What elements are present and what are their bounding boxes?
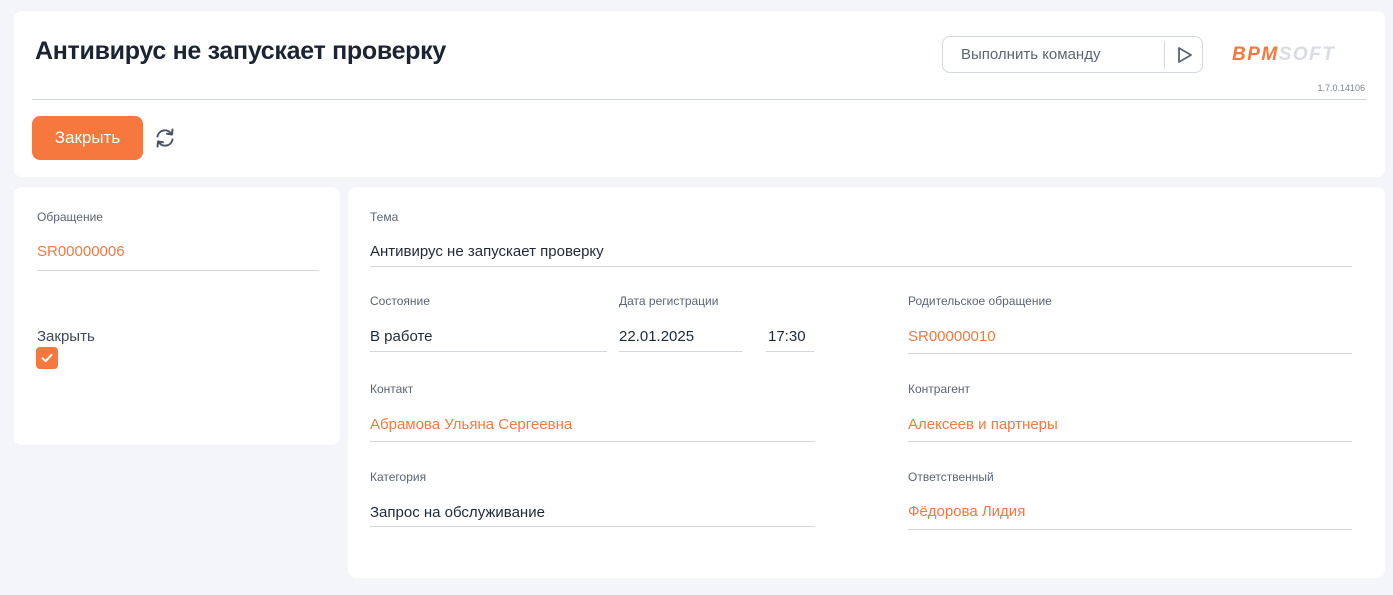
status-field[interactable]: В работе bbox=[370, 328, 433, 345]
owner-label: Ответственный bbox=[908, 470, 994, 484]
header-divider bbox=[32, 99, 1367, 100]
contact-link[interactable]: Абрамова Ульяна Сергеевна bbox=[370, 416, 572, 433]
request-label: Обращение bbox=[37, 210, 103, 224]
command-input[interactable] bbox=[944, 38, 1162, 71]
parent-request-underline bbox=[908, 353, 1352, 354]
subject-field[interactable]: Антивирус не запускает проверку bbox=[370, 243, 604, 260]
account-underline bbox=[908, 441, 1352, 442]
header-panel: Антивирус не запускает проверку BPMSOFT … bbox=[14, 11, 1385, 177]
close-button[interactable]: Закрыть bbox=[32, 116, 143, 160]
registration-date-underline bbox=[619, 351, 742, 352]
bpmsoft-logo: BPMSOFT bbox=[1232, 44, 1335, 64]
status-label: Состояние bbox=[370, 294, 430, 308]
refresh-button[interactable] bbox=[153, 126, 177, 150]
owner-underline bbox=[908, 529, 1352, 530]
parent-request-label: Родительское обращение bbox=[908, 294, 1052, 308]
refresh-icon bbox=[156, 128, 174, 148]
contact-underline bbox=[370, 441, 815, 442]
contact-label: Контакт bbox=[370, 382, 414, 396]
subject-label: Тема bbox=[370, 210, 399, 224]
registration-time-field[interactable]: 17:30 bbox=[768, 328, 806, 345]
owner-link[interactable]: Фёдорова Лидия bbox=[908, 503, 1025, 520]
account-link[interactable]: Алексеев и партнеры bbox=[908, 416, 1058, 433]
page-title: Антивирус не запускает проверку bbox=[35, 37, 446, 65]
run-command-button[interactable] bbox=[1171, 40, 1199, 69]
play-icon bbox=[1178, 46, 1192, 63]
category-label: Категория bbox=[370, 470, 427, 484]
summary-panel: Обращение SR00000006 Закрыть bbox=[14, 187, 340, 445]
details-panel: Тема Антивирус не запускает проверку Сос… bbox=[348, 187, 1385, 578]
close-checkbox-label: Закрыть bbox=[37, 328, 95, 345]
registration-date-field[interactable]: 22.01.2025 bbox=[619, 328, 694, 345]
registration-time-underline bbox=[766, 351, 814, 352]
category-underline bbox=[370, 526, 815, 527]
category-field[interactable]: Запрос на обслуживание bbox=[370, 504, 545, 521]
account-label: Контрагент bbox=[908, 382, 971, 396]
check-icon bbox=[41, 353, 53, 363]
subject-underline bbox=[370, 266, 1352, 267]
version-label: 1.7.0.14106 bbox=[1317, 83, 1365, 93]
request-underline bbox=[37, 270, 319, 271]
close-checkbox[interactable] bbox=[36, 347, 58, 369]
command-separator bbox=[1164, 41, 1165, 69]
parent-request-link[interactable]: SR00000010 bbox=[908, 328, 996, 345]
command-box bbox=[942, 36, 1203, 73]
svg-text:BPMSOFT: BPMSOFT bbox=[1232, 44, 1335, 64]
request-number-link[interactable]: SR00000006 bbox=[37, 243, 125, 260]
status-underline bbox=[370, 351, 607, 352]
registration-date-label: Дата регистрации bbox=[619, 294, 719, 308]
